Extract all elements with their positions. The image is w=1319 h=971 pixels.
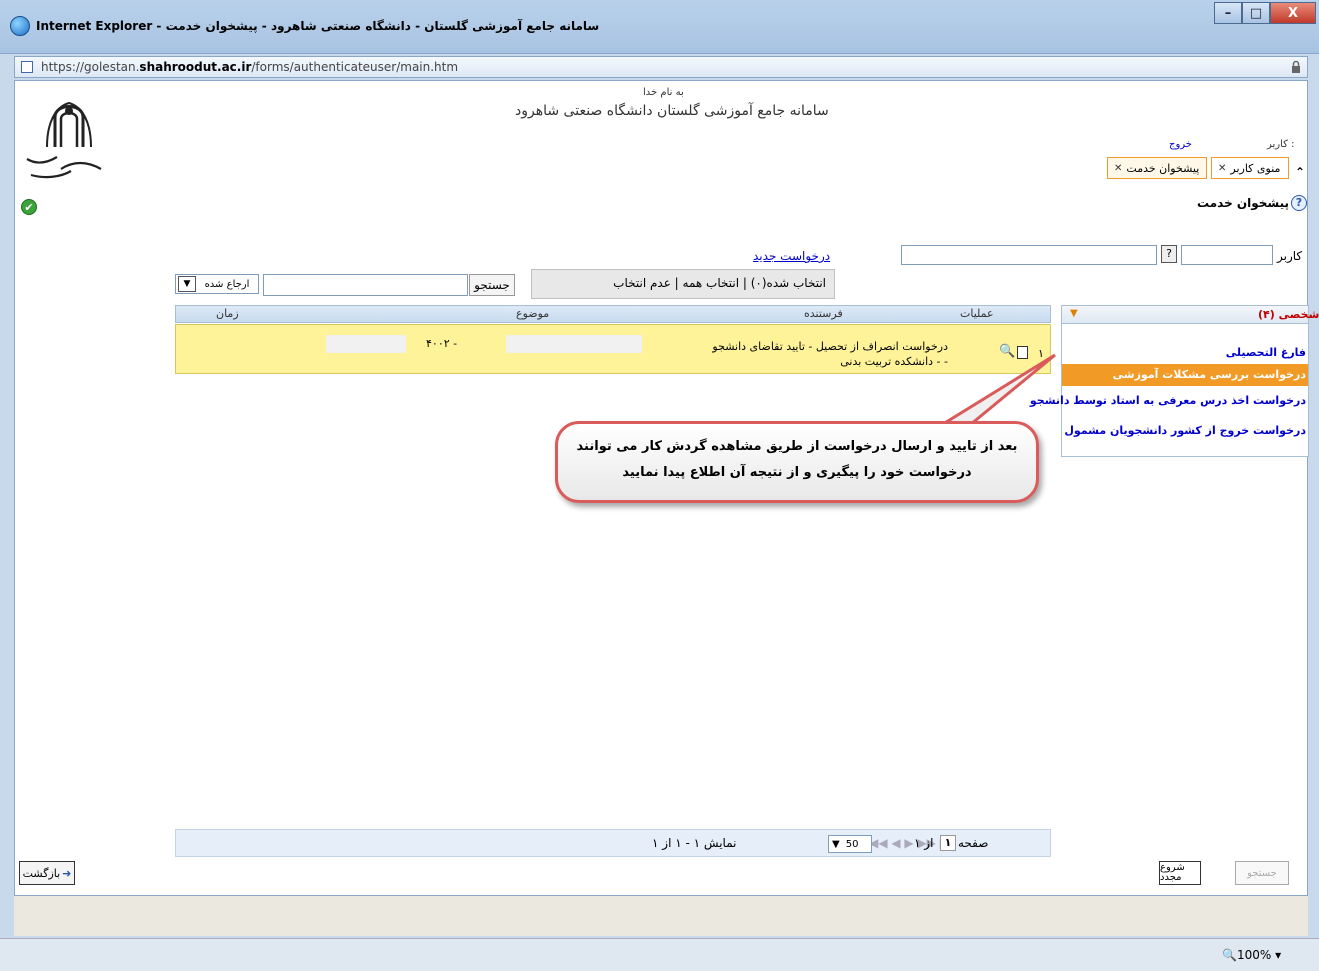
- help-icon[interactable]: ?: [1291, 195, 1307, 211]
- column-header-subject: موضوع: [516, 307, 550, 320]
- window-title: Internet Explorer - سامانه جامع آموزشی گ…: [36, 19, 600, 33]
- basmala-text: به نام خدا: [643, 87, 684, 98]
- chevron-down-icon[interactable]: ▼: [178, 276, 196, 292]
- zoom-icon: 🔍: [1222, 948, 1237, 962]
- new-request-link[interactable]: درخواست جدید: [753, 249, 830, 263]
- page-content: ✔ به نام خدا سامانه جامع آموزشی گلستان د…: [14, 80, 1319, 896]
- internet-explorer-icon: [10, 16, 30, 36]
- pager-total-pages: از ۱: [914, 836, 934, 850]
- url-text[interactable]: https://golestan.shahroodut.ac.ir/forms/…: [41, 60, 458, 74]
- status-filter-select[interactable]: ▼ ارجاع شده: [175, 274, 259, 294]
- pager-page-input[interactable]: ۱: [940, 835, 956, 851]
- user-filter-label: کاربر: [1277, 249, 1303, 263]
- page-size-select[interactable]: ▼ 50: [828, 835, 872, 853]
- column-header-time: زمان: [216, 307, 239, 320]
- pagination-bar: |◀ ◀◀ ◀ ▶ ▶▶ ▶| صفحه ۱ از ۱ ▼ 50 نمایش ۱ …: [175, 829, 1051, 857]
- sidebar-item-educational-problems[interactable]: درخواست بررسی مشکلات آموزشی: [1062, 364, 1308, 386]
- lock-icon: [1292, 60, 1300, 73]
- pager-summary: نمایش ۱ - ۱ از ۱: [652, 836, 737, 850]
- column-header-operations: عملیات: [960, 307, 994, 320]
- system-title: سامانه جامع آموزشی گلستان دانشگاه صنعتی …: [515, 103, 829, 119]
- back-arrow-icon: ➜: [62, 866, 72, 880]
- search-bottom-button[interactable]: جستجو: [1235, 861, 1289, 885]
- chevron-down-icon[interactable]: ▼: [832, 839, 840, 850]
- status-ok-icon: ✔: [21, 199, 37, 215]
- column-header-sender: فرستنده: [804, 307, 843, 320]
- sidebar-item-graduation[interactable]: فارغ التحصیلی: [1062, 342, 1308, 364]
- window-controls: – □ X: [1214, 2, 1316, 26]
- sidebar-header[interactable]: شخصی (۴) ▼: [1062, 306, 1319, 324]
- back-button[interactable]: بازگشت ➜: [19, 861, 75, 885]
- close-button[interactable]: X: [1270, 2, 1316, 24]
- maximize-button[interactable]: □: [1242, 2, 1270, 24]
- logout-link[interactable]: خروج: [1169, 139, 1192, 150]
- user-lookup-button[interactable]: ?: [1161, 245, 1177, 263]
- search-button[interactable]: جستجو: [469, 274, 515, 296]
- window-title-bar: Internet Explorer - سامانه جامع آموزشی گ…: [0, 0, 1319, 54]
- page-icon: [21, 61, 33, 73]
- address-bar[interactable]: https://golestan.shahroodut.ac.ir/forms/…: [14, 56, 1308, 78]
- row-subject: درخواست انصراف از تحصیل - تایید تقاضای د…: [712, 340, 948, 368]
- search-input[interactable]: [263, 274, 468, 296]
- sidebar-personal: شخصی (۴) ▼ فارغ التحصیلی درخواست بررسی م…: [1030, 305, 1319, 457]
- row-time: - ۴۰۰۲: [426, 337, 458, 350]
- sidebar-item-course-referral[interactable]: درخواست اخذ درس معرفی به استاد توسط دانش…: [1030, 390, 1308, 412]
- redacted-field: [506, 335, 642, 353]
- user-name-field: [901, 245, 1157, 265]
- table-header: عملیات فرستنده موضوع زمان: [175, 305, 1051, 323]
- help-callout: بعد از تایید و ارسال درخواست از طریق مشا…: [555, 421, 1039, 503]
- page-footer-band: [14, 896, 1308, 936]
- tab-user-menu[interactable]: ✕ منوی کاربر: [1211, 157, 1289, 179]
- browser-status-bar: 🔍100% ▾: [0, 938, 1319, 971]
- table-row[interactable]: ۱ 🔍 درخواست انصراف از تحصیل - تایید تقاض…: [175, 324, 1051, 374]
- chevron-down-icon[interactable]: ▼: [1070, 308, 1078, 319]
- sidebar-title: شخصی (۴): [1258, 308, 1319, 321]
- user-label: کاربر :: [1267, 139, 1295, 150]
- tab-close-icon[interactable]: ✕: [1218, 163, 1226, 174]
- zoom-level[interactable]: 🔍100% ▾: [1222, 948, 1281, 962]
- collapse-up-icon[interactable]: ⌃: [1295, 165, 1305, 179]
- callout-pointer: [935, 353, 1056, 431]
- sidebar-item-exit-country[interactable]: درخواست خروج از کشور دانشجویان مشمول: [1062, 420, 1308, 442]
- pager-page-label: صفحه: [958, 836, 989, 850]
- tab-close-icon[interactable]: ✕: [1114, 163, 1122, 174]
- reset-button[interactable]: شروع مجدد: [1159, 861, 1201, 885]
- selection-bar[interactable]: انتخاب شده(۰) | انتخاب همه | عدم انتخاب: [531, 269, 835, 299]
- page-heading: پیشخوان خدمت: [1197, 196, 1290, 210]
- callout-text: بعد از تایید و ارسال درخواست از طریق مشا…: [576, 439, 1018, 480]
- redacted-field: [326, 335, 406, 353]
- user-code-input[interactable]: [1181, 245, 1273, 265]
- minimize-button[interactable]: –: [1214, 2, 1242, 24]
- university-logo: [26, 101, 102, 179]
- tab-service-desk[interactable]: ✕ پیشخوان خدمت: [1107, 157, 1207, 179]
